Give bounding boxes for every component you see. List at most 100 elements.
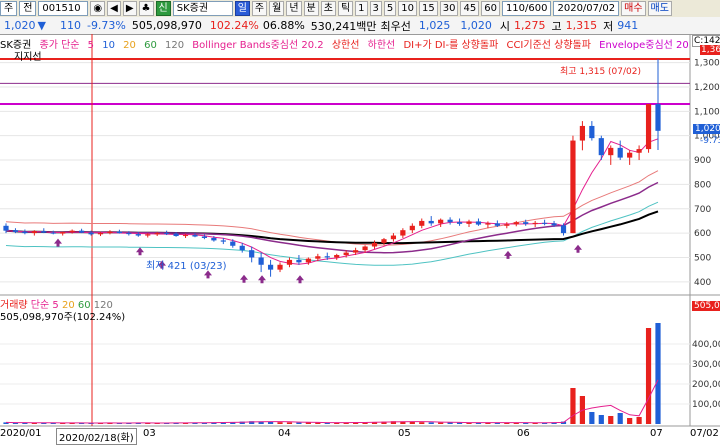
candle-body bbox=[267, 264, 274, 270]
candle-body bbox=[230, 241, 236, 246]
price-axis-tick: 600 bbox=[694, 229, 711, 239]
candle-body bbox=[3, 225, 9, 231]
candle-body bbox=[22, 231, 28, 234]
low-annotation: 최저 421 (03/23) bbox=[146, 261, 227, 272]
candle-body bbox=[315, 256, 321, 259]
candle-body bbox=[69, 230, 75, 233]
legend-ma-5: 5 bbox=[87, 40, 95, 51]
candle-body bbox=[381, 239, 387, 243]
candle-body bbox=[41, 231, 47, 233]
candle-body bbox=[116, 231, 122, 234]
legend-ma: 종가 단순 bbox=[39, 40, 80, 51]
legend-bollinger: Bollinger Bands중심선 20.2 bbox=[192, 40, 324, 51]
candle-body bbox=[655, 104, 661, 131]
candle-body bbox=[305, 258, 311, 263]
buy-signal-icon bbox=[136, 247, 144, 256]
candle-body bbox=[419, 220, 425, 226]
price-axis-tick: 800 bbox=[694, 180, 711, 190]
candle-body bbox=[173, 233, 179, 237]
legend-lower: 하한선 bbox=[367, 40, 396, 51]
price-axis-tick: 500 bbox=[694, 253, 711, 263]
buy-signal-icon bbox=[574, 244, 582, 253]
candle-body bbox=[513, 222, 519, 225]
candle-body bbox=[107, 231, 113, 234]
candle-body bbox=[126, 233, 132, 235]
volume-current: 505,098,970주(102.24%) bbox=[0, 312, 126, 323]
candle-body bbox=[353, 250, 359, 253]
volume-axis-top: 505,09 bbox=[692, 301, 720, 311]
price-axis-tick: 400 bbox=[694, 278, 711, 288]
candle-body bbox=[135, 234, 141, 236]
volume-bar bbox=[296, 422, 302, 424]
candle-body bbox=[334, 255, 340, 258]
x-axis-label-07: 07 bbox=[650, 428, 663, 439]
volume-axis-tick: 300,00 bbox=[692, 360, 720, 370]
volume-axis-tick: 200,00 bbox=[692, 380, 720, 390]
volume-ma-line bbox=[5, 379, 659, 424]
candle-body bbox=[456, 222, 463, 224]
candle-body bbox=[589, 125, 595, 139]
candle-body bbox=[570, 140, 576, 234]
price-axis-tick: 1,100 bbox=[694, 107, 720, 117]
volume-bar bbox=[627, 418, 633, 424]
volume-axis-tick: 400,00 bbox=[692, 340, 720, 350]
legend-di: DI+가 DI-를 상향돌파 bbox=[403, 40, 499, 51]
candle-body bbox=[182, 235, 189, 237]
high-annotation: 최고 1,315 (07/02) bbox=[560, 67, 642, 77]
volume-bar bbox=[570, 388, 576, 424]
volume-bar bbox=[277, 422, 283, 424]
candle-body bbox=[560, 225, 567, 234]
volume-bar bbox=[617, 413, 623, 424]
candle-body bbox=[145, 234, 151, 236]
candle-body bbox=[598, 138, 604, 156]
candle-body bbox=[532, 222, 538, 224]
candle-body bbox=[504, 224, 510, 226]
candle-body bbox=[390, 235, 397, 240]
indicator-legend: SK증권 종가 단순 5 10 20 60 120 Bollinger Band… bbox=[0, 36, 690, 51]
candle-body bbox=[164, 233, 170, 235]
candle-body bbox=[551, 223, 557, 226]
volume-bar bbox=[645, 328, 652, 424]
candle-body bbox=[154, 233, 160, 235]
candle-body bbox=[97, 233, 104, 235]
price-axis-tick: 900 bbox=[694, 156, 711, 166]
candle-body bbox=[636, 149, 642, 153]
candle-body bbox=[523, 222, 529, 224]
candle-body bbox=[201, 236, 208, 238]
volume-axis-tick: 100,00 bbox=[692, 400, 720, 410]
volume-bar bbox=[409, 421, 415, 424]
candle-body bbox=[12, 230, 19, 232]
legend-ma-10: 10 bbox=[102, 40, 115, 51]
volume-bar bbox=[589, 412, 595, 424]
candle-body bbox=[324, 256, 330, 258]
ma5-line bbox=[5, 138, 659, 265]
candle-body bbox=[608, 147, 614, 156]
bollinger-lower-line bbox=[5, 201, 659, 266]
candle-body bbox=[60, 232, 66, 234]
candle-body bbox=[249, 250, 255, 258]
candle-body bbox=[371, 242, 378, 247]
volume-bar bbox=[608, 416, 614, 424]
volume-bar bbox=[286, 422, 293, 424]
candle-body bbox=[277, 264, 283, 270]
x-axis-label-03: 03 bbox=[143, 428, 156, 439]
legend-upper: 상한선 bbox=[331, 40, 360, 51]
candle-body bbox=[428, 220, 434, 224]
volume-bar bbox=[636, 417, 642, 424]
x-axis-label-04: 04 bbox=[278, 428, 291, 439]
candle-body bbox=[466, 221, 472, 224]
candle-body bbox=[645, 104, 652, 150]
volume-bar bbox=[655, 323, 661, 424]
volume-bar bbox=[428, 422, 434, 424]
candle-body bbox=[362, 246, 368, 251]
candle-body bbox=[617, 147, 623, 158]
candle-body bbox=[286, 259, 293, 265]
candle-body bbox=[447, 219, 453, 223]
legend-ma-60: 60 bbox=[144, 40, 157, 51]
candle-body bbox=[542, 222, 548, 224]
top-price-tag: 1,36 bbox=[700, 45, 720, 55]
candle-body bbox=[258, 257, 264, 265]
volume-bar bbox=[419, 422, 425, 424]
volume-bar bbox=[438, 422, 444, 424]
candle-body bbox=[220, 240, 226, 242]
